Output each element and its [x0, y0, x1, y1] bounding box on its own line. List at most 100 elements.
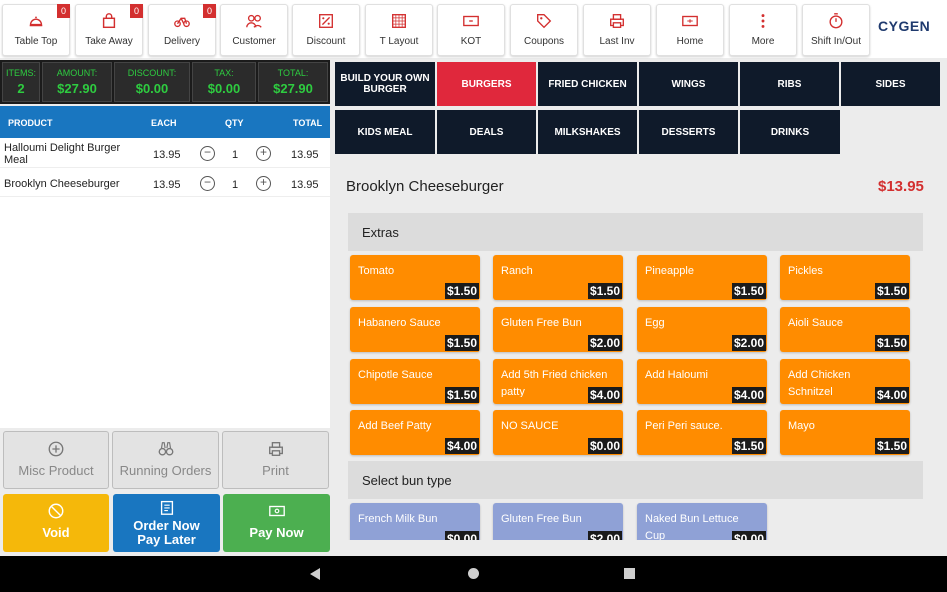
discount-label: Discount — [306, 36, 346, 47]
option-price: $0.00 — [587, 438, 622, 454]
option-price: $1.50 — [874, 283, 909, 299]
option-tile[interactable]: Add Haloumi $4.00 — [637, 359, 767, 404]
last-inv-label: Last Inv — [599, 36, 635, 47]
decrease-qty-button[interactable]: − — [200, 146, 215, 161]
order-table-header: PRODUCT EACH QTY TOTAL — [0, 106, 330, 138]
items-summary: ITEMS: 2 — [2, 62, 40, 102]
last-inv-button[interactable]: Last Inv — [583, 4, 651, 56]
each-header: EACH — [151, 118, 177, 128]
delivery-button[interactable]: Delivery 0 — [148, 4, 216, 56]
clipboard-icon — [160, 500, 173, 515]
bun-option-tile[interactable]: Gluten Free Bun $2.00 — [493, 503, 623, 540]
category-label: KIDS MEAL — [357, 126, 413, 138]
option-name: Pickles — [788, 265, 823, 277]
void-label: Void — [42, 525, 70, 540]
decrease-qty-button[interactable]: − — [200, 176, 215, 191]
recents-icon[interactable] — [624, 568, 635, 579]
item-price: $13.95 — [878, 178, 924, 195]
coupons-button[interactable]: Coupons — [510, 4, 578, 56]
back-icon[interactable] — [310, 568, 320, 580]
item-title: Brooklyn Cheeseburger — [346, 178, 504, 195]
option-tile[interactable]: NO SAUCE $0.00 — [493, 410, 623, 455]
option-tile[interactable]: Add Chicken Schnitzel $4.00 — [780, 359, 910, 404]
category-label: BUILD YOUR OWN BURGER — [340, 73, 430, 95]
option-name: Habanero Sauce — [358, 317, 441, 329]
more-label: More — [751, 36, 775, 47]
amount-summary: AMOUNT: $27.90 — [42, 62, 112, 102]
bag-icon — [102, 13, 116, 29]
order-row-name: Brooklyn Cheeseburger — [4, 178, 120, 190]
category-label: DRINKS — [770, 126, 810, 138]
category-kids-meal[interactable]: KIDS MEAL — [335, 110, 435, 154]
category-label: MILKSHAKES — [554, 126, 621, 138]
section-title: Select bun type — [362, 473, 452, 488]
option-tile[interactable]: Add 5th Fried chicken patty $4.00 — [493, 359, 623, 404]
option-price: $4.00 — [587, 387, 622, 403]
option-name: Gluten Free Bun — [501, 513, 582, 525]
customer-button[interactable]: Customer — [220, 4, 288, 56]
option-tile[interactable]: Peri Peri sauce. $1.50 — [637, 410, 767, 455]
option-name: Aioli Sauce — [788, 317, 844, 329]
shift-in-out-button[interactable]: Shift In/Out — [802, 4, 870, 56]
option-name: Egg — [645, 317, 665, 329]
option-price: $1.50 — [731, 283, 766, 299]
pay-now-button[interactable]: Pay Now — [223, 494, 330, 552]
option-tile[interactable]: Gluten Free Bun $2.00 — [493, 307, 623, 352]
option-tile[interactable]: Chipotle Sauce $1.50 — [350, 359, 480, 404]
table-top-button[interactable]: Table Top 0 — [2, 4, 70, 56]
running-orders-button[interactable]: Running Orders — [112, 431, 219, 489]
discount-label-text: DISCOUNT: — [127, 68, 177, 78]
kot-button[interactable]: KOT — [437, 4, 505, 56]
option-tile[interactable]: Pineapple $1.50 — [637, 255, 767, 300]
increase-qty-button[interactable]: + — [256, 146, 271, 161]
category-build-your-own-burger[interactable]: BUILD YOUR OWN BURGER — [335, 62, 435, 106]
misc-product-label: Misc Product — [18, 463, 94, 478]
order-now-pay-later-button[interactable]: Order Now Pay Later — [113, 494, 220, 552]
section-bun-type: Select bun type — [348, 461, 923, 499]
more-button[interactable]: More — [729, 4, 797, 56]
category-desserts[interactable]: DESSERTS — [639, 110, 738, 154]
option-price: $2.00 — [587, 335, 622, 351]
category-fried-chicken[interactable]: FRIED CHICKEN — [538, 62, 637, 106]
category-milkshakes[interactable]: MILKSHAKES — [538, 110, 637, 154]
print-button[interactable]: Print — [222, 431, 329, 489]
increase-qty-button[interactable]: + — [256, 176, 271, 191]
void-button[interactable]: Void — [3, 494, 109, 552]
option-price: $4.00 — [444, 438, 479, 454]
option-tile[interactable]: Egg $2.00 — [637, 307, 767, 352]
amount-value: $27.90 — [57, 81, 97, 96]
category-burgers[interactable]: BURGERS — [437, 62, 536, 106]
take-away-button[interactable]: Take Away 0 — [75, 4, 143, 56]
option-tile[interactable]: Ranch $1.50 — [493, 255, 623, 300]
option-tile[interactable]: Add Beef Patty $4.00 — [350, 410, 480, 455]
category-sides[interactable]: SIDES — [841, 62, 940, 106]
bun-options-viewport: French Milk Bun $0.00 Gluten Free Bun $2.0… — [340, 500, 940, 540]
category-label: DESSERTS — [661, 126, 716, 138]
option-tile[interactable]: Pickles $1.50 — [780, 255, 910, 300]
total-label: TOTAL: — [277, 68, 309, 78]
home-circle-icon[interactable] — [468, 568, 479, 579]
section-title: Extras — [362, 225, 399, 240]
misc-product-button[interactable]: Misc Product — [3, 431, 109, 489]
option-price: $1.50 — [587, 283, 622, 299]
option-tile[interactable]: Mayo $1.50 — [780, 410, 910, 455]
discount-button[interactable]: Discount — [292, 4, 360, 56]
category-drinks[interactable]: DRINKS — [740, 110, 840, 154]
option-tile[interactable]: Habanero Sauce $1.50 — [350, 307, 480, 352]
discount-value: $0.00 — [135, 81, 169, 96]
bun-option-tile[interactable]: Naked Bun Lettuce Cup $0.00 — [637, 503, 767, 540]
category-ribs[interactable]: RIBS — [740, 62, 839, 106]
option-price: $4.00 — [731, 387, 766, 403]
tag-icon — [537, 14, 552, 29]
category-deals[interactable]: DEALS — [437, 110, 536, 154]
order-row[interactable]: Halloumi Delight Burger Meal 13.95 − 1 +… — [0, 138, 330, 168]
t-layout-button[interactable]: T Layout — [365, 4, 433, 56]
product-header: PRODUCT — [8, 118, 53, 128]
bun-option-tile[interactable]: French Milk Bun $0.00 — [350, 503, 480, 540]
order-row[interactable]: Brooklyn Cheeseburger 13.95 − 1 + 13.95 — [0, 169, 330, 197]
category-wings[interactable]: WINGS — [639, 62, 738, 106]
plus-circle-icon — [48, 441, 64, 457]
option-tile[interactable]: Tomato $1.50 — [350, 255, 480, 300]
option-tile[interactable]: Aioli Sauce $1.50 — [780, 307, 910, 352]
home-button[interactable]: Home — [656, 4, 724, 56]
